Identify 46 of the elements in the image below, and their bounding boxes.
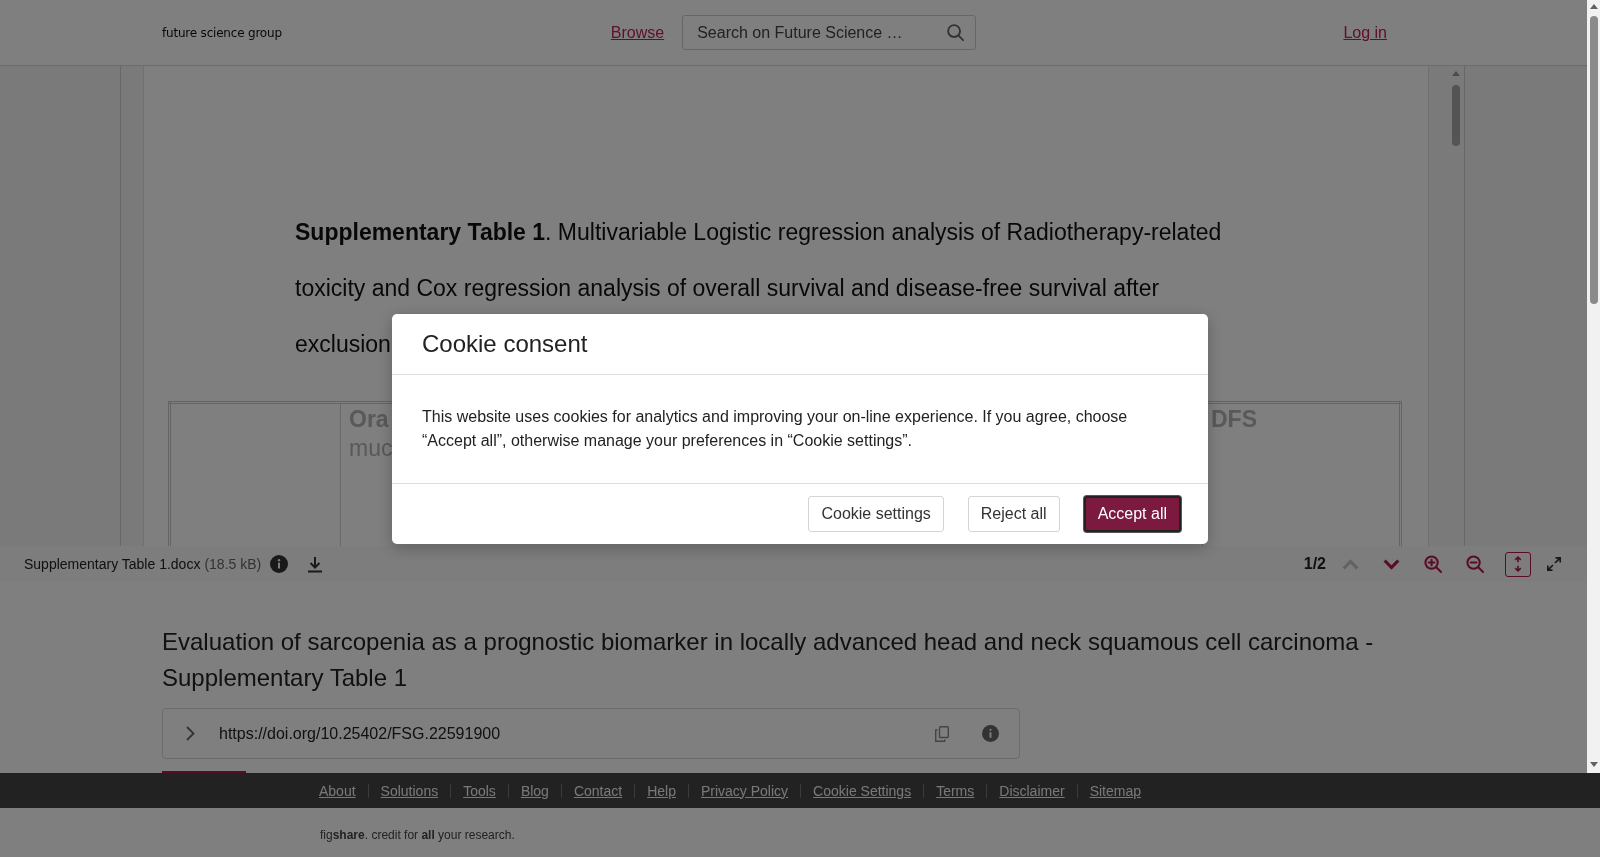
info-icon[interactable] xyxy=(982,725,999,742)
search-field[interactable]: Search on Future Science … xyxy=(682,15,977,50)
doi-url[interactable]: https://doi.org/10.25402/FSG.22591900 xyxy=(219,724,501,743)
scroll-up-icon[interactable] xyxy=(1589,4,1598,9)
footer-link[interactable]: Sitemap xyxy=(1089,782,1141,799)
footer-link[interactable]: Help xyxy=(647,782,676,799)
page-indicator: 1/2 xyxy=(1303,555,1326,573)
scrollbar-thumb[interactable] xyxy=(1589,16,1598,304)
scroll-down-icon[interactable] xyxy=(1589,762,1598,767)
scrollbar-thumb[interactable] xyxy=(1452,85,1460,146)
footer-link[interactable]: Contact xyxy=(573,782,623,799)
chevron-right-icon[interactable] xyxy=(186,726,195,741)
dialog-title: Cookie consent xyxy=(422,328,589,359)
footer-link[interactable]: Privacy Policy xyxy=(700,782,789,799)
zoom-in-icon[interactable] xyxy=(1424,555,1442,573)
file-size: (18.5 kB) xyxy=(204,556,262,572)
footer-link[interactable]: Blog xyxy=(520,782,549,799)
vertical-arrows-icon xyxy=(1514,556,1522,572)
footer-tagline: figshare. credit for all your research. xyxy=(320,828,515,842)
browse-link[interactable]: Browse xyxy=(610,23,665,42)
caption-line: exclusion xyxy=(295,330,391,359)
footer-link[interactable]: Terms xyxy=(936,782,975,799)
footer-link[interactable]: Cookie Settings xyxy=(813,782,912,799)
primary-button[interactable]: Accept all xyxy=(1083,495,1181,532)
site-logo[interactable]: future science group xyxy=(162,25,282,40)
file-name: Supplementary Table 1.docx xyxy=(24,556,201,572)
download-icon[interactable] xyxy=(307,555,324,573)
info-icon[interactable] xyxy=(270,555,289,573)
secondary-button[interactable]: Cookie settings xyxy=(808,495,944,532)
login-link[interactable]: Log in xyxy=(1343,23,1387,42)
zoom-out-icon[interactable] xyxy=(1466,555,1484,573)
footer-link[interactable]: About xyxy=(319,782,356,799)
copy-icon[interactable] xyxy=(935,725,949,742)
search-icon[interactable] xyxy=(947,24,965,41)
footer-link[interactable]: Tools xyxy=(463,782,496,799)
page-scrollbar[interactable] xyxy=(1587,0,1600,773)
footer-link[interactable]: Disclaimer xyxy=(999,782,1065,799)
caption-line: Supplementary Table 1. Multivariable Logistic regression analysis of Radiotherapy-related xyxy=(295,218,1222,247)
item-title: Evaluation of sarcopenia as a prognostic biomarker in locally advanced head and neck squamous cell carcinoma - Supplementary Table 1 xyxy=(162,627,1375,693)
dialog-text: This website uses cookies for analytics and improving your on-line experience. If you agree, choose “Accept all”, otherwise manage your preferences in “Cookie settings”. xyxy=(422,406,1129,451)
fit-height-button[interactable] xyxy=(1505,551,1531,577)
secondary-button[interactable]: Reject all xyxy=(967,495,1060,532)
chevron-down-icon[interactable] xyxy=(1383,558,1400,570)
footer-link[interactable]: Solutions xyxy=(380,782,439,799)
caption-line: toxicity and Cox regression analysis of overall survival and disease-free survival after xyxy=(295,274,1160,303)
expand-icon[interactable] xyxy=(1547,557,1561,571)
